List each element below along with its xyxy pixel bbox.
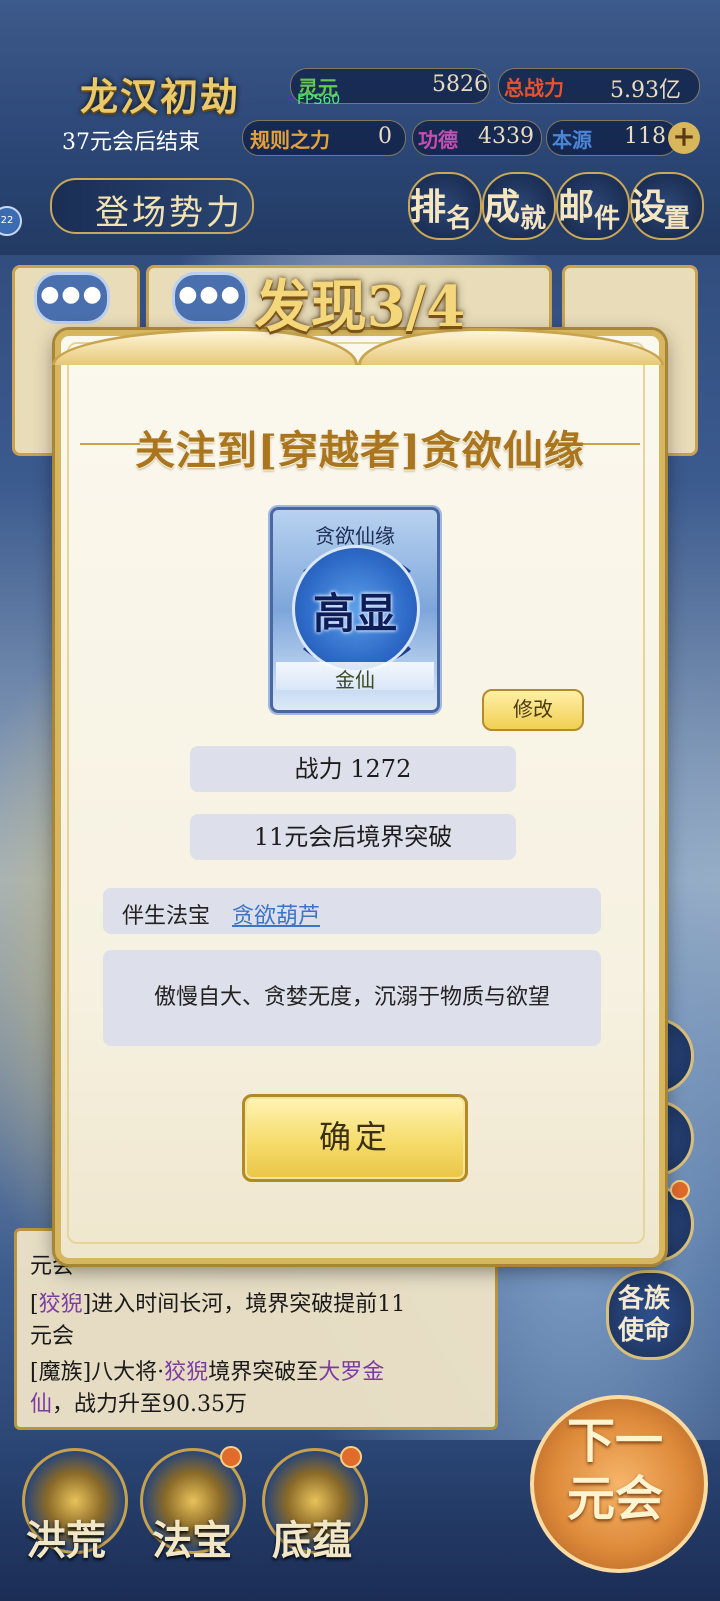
edit-button[interactable]: 修改 (482, 689, 584, 731)
treasure-link[interactable]: 贪欲葫芦 (232, 898, 320, 930)
merit-label: 功德 (418, 128, 458, 152)
rule-power-label: 规则之力 (250, 128, 330, 152)
faction-button-label: 登场势力 (95, 193, 243, 233)
left-edge-badge[interactable]: 22 (0, 206, 22, 236)
ranking-label-2: 名 (446, 204, 473, 234)
nav-honghuang[interactable]: 洪荒 (26, 1508, 106, 1566)
rule-power-value: 0 (378, 124, 392, 149)
chat-bubble-icon[interactable]: ●●● (34, 272, 110, 324)
next-era-label: 下一 元会 (566, 1413, 663, 1527)
left-badge-count: 22 (0, 215, 14, 226)
nav-treasure[interactable]: 法宝 (152, 1508, 232, 1566)
dialog-header: 发现3/4 (254, 274, 466, 340)
origin-label: 本源 (552, 128, 592, 152)
log-line: 元会 (30, 1324, 75, 1349)
log-line: [魔族]八大将·狡猊境界突破至大罗金 (30, 1360, 385, 1385)
settings-label-2: 置 (664, 204, 691, 234)
portrait-main-text: 高显 (312, 589, 397, 638)
notification-dot (340, 1446, 362, 1468)
treasure-label: 伴生法宝 (122, 904, 211, 929)
merit-value: 4339 (478, 124, 534, 149)
total-power-value: 5.93亿 (610, 78, 681, 103)
lingyuan-value: 5826 (432, 72, 488, 97)
fps-counter: FPS60 (297, 92, 341, 108)
achievement-label-1: 成 (484, 186, 521, 228)
log-line: [狡猊]进入时间长河，境界突破提前11 (30, 1292, 406, 1317)
confirm-button[interactable]: 确定 (242, 1094, 468, 1182)
ellipsis-icon: ●●● (40, 282, 104, 307)
origin-value: 118 (624, 124, 666, 149)
nav-heritage[interactable]: 底蕴 (272, 1508, 352, 1566)
portrait-rank: 金仙 (335, 668, 375, 692)
ranking-label-1: 排 (410, 186, 447, 228)
mail-label-1: 邮 (558, 186, 595, 228)
mail-label-2: 件 (594, 204, 621, 234)
dialog-subject: 关注到[穿越者]贪欲仙缘 (135, 427, 585, 474)
character-description: 傲慢自大、贪婪无度，沉溺于物质与欲望 (103, 950, 601, 1046)
right-button-label: 使命 (618, 1316, 671, 1346)
total-power-label: 总战力 (504, 76, 564, 100)
achievement-label-2: 就 (520, 204, 547, 234)
power-row: 战力 1272 (190, 746, 516, 792)
add-origin-button[interactable]: + (668, 122, 700, 154)
notification-dot (220, 1446, 242, 1468)
notification-dot (670, 1180, 690, 1200)
log-line: 仙，战力升至90.35万 (30, 1392, 247, 1417)
settings-label-1: 设 (630, 186, 667, 228)
breakthrough-row: 11元会后境界突破 (190, 814, 516, 860)
era-title: 龙汉初劫 (80, 74, 241, 119)
era-end-notice: 37元会后结束 (62, 130, 200, 155)
